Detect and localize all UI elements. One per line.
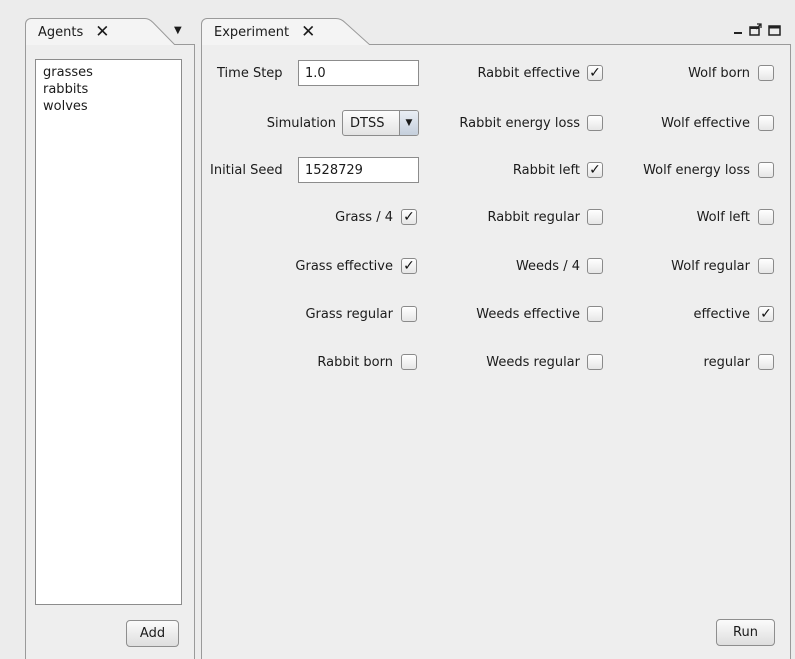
weeds-4-checkbox[interactable] <box>587 258 603 274</box>
initial-seed-label: Initial Seed <box>210 163 283 178</box>
chevron-down-icon[interactable]: ▼ <box>174 25 182 36</box>
rabbit-born-label: Rabbit born <box>317 355 393 370</box>
float-window-icon[interactable] <box>749 23 762 40</box>
regular-label: regular <box>703 355 750 370</box>
agents-list[interactable]: grasses rabbits wolves <box>35 59 182 605</box>
weeds-regular-checkbox[interactable] <box>587 354 603 370</box>
close-icon[interactable]: ✕ <box>301 23 315 41</box>
rabbit-left-checkbox[interactable]: ✓ <box>587 162 603 178</box>
window-controls <box>733 23 781 40</box>
tab-experiment[interactable]: Experiment ✕ <box>201 18 327 45</box>
rabbit-effective-label: Rabbit effective <box>477 66 580 81</box>
initial-seed-input[interactable] <box>298 157 419 183</box>
weeds-regular-label: Weeds regular <box>486 355 580 370</box>
tab-agents-edge <box>139 18 175 45</box>
tab-experiment-label: Experiment <box>214 24 290 40</box>
grass-regular-label: Grass regular <box>305 307 393 322</box>
list-item[interactable]: wolves <box>43 98 174 115</box>
grass-effective-label: Grass effective <box>295 259 393 274</box>
wolf-left-checkbox[interactable] <box>758 209 774 225</box>
weeds-effective-label: Weeds effective <box>476 307 580 322</box>
time-step-input[interactable] <box>298 60 419 86</box>
list-item[interactable]: grasses <box>43 64 174 81</box>
simulation-select[interactable]: DTSS ▼ <box>342 110 419 136</box>
wolf-born-label: Wolf born <box>688 66 750 81</box>
wolf-regular-checkbox[interactable] <box>758 258 774 274</box>
rabbit-regular-label: Rabbit regular <box>487 210 580 225</box>
effective-label: effective <box>693 307 750 322</box>
tab-agents-label: Agents <box>38 24 84 40</box>
tab-agents[interactable]: Agents ✕ <box>25 18 140 45</box>
tab-experiment-edge <box>326 18 370 45</box>
wolf-regular-label: Wolf regular <box>671 259 750 274</box>
wolf-effective-label: Wolf effective <box>661 116 750 131</box>
list-item[interactable]: rabbits <box>43 81 174 98</box>
rabbit-energy-loss-checkbox[interactable] <box>587 115 603 131</box>
wolf-energy-loss-label: Wolf energy loss <box>643 163 750 178</box>
wolf-effective-checkbox[interactable] <box>758 115 774 131</box>
experiment-panel <box>201 44 791 659</box>
rabbit-energy-loss-label: Rabbit energy loss <box>459 116 580 131</box>
grass-regular-checkbox[interactable] <box>401 306 417 322</box>
effective-checkbox[interactable]: ✓ <box>758 306 774 322</box>
add-button[interactable]: Add <box>126 620 179 647</box>
grass-4-checkbox[interactable]: ✓ <box>401 209 417 225</box>
wolf-left-label: Wolf left <box>696 210 750 225</box>
rabbit-regular-checkbox[interactable] <box>587 209 603 225</box>
rabbit-left-label: Rabbit left <box>512 163 580 178</box>
simulation-value: DTSS <box>350 115 385 131</box>
time-step-label: Time Step <box>217 66 283 81</box>
wolf-born-checkbox[interactable] <box>758 65 774 81</box>
minimize-icon[interactable] <box>733 24 743 40</box>
regular-checkbox[interactable] <box>758 354 774 370</box>
maximize-icon[interactable] <box>768 24 781 40</box>
rabbit-born-checkbox[interactable] <box>401 354 417 370</box>
close-icon[interactable]: ✕ <box>95 23 109 41</box>
rabbit-effective-checkbox[interactable]: ✓ <box>587 65 603 81</box>
chevron-down-icon: ▼ <box>399 111 418 135</box>
run-button[interactable]: Run <box>716 619 775 646</box>
weeds-4-label: Weeds / 4 <box>515 259 580 274</box>
wolf-energy-loss-checkbox[interactable] <box>758 162 774 178</box>
simulation-label: Simulation <box>266 116 336 131</box>
grass-effective-checkbox[interactable]: ✓ <box>401 258 417 274</box>
grass-4-label: Grass / 4 <box>335 210 393 225</box>
weeds-effective-checkbox[interactable] <box>587 306 603 322</box>
